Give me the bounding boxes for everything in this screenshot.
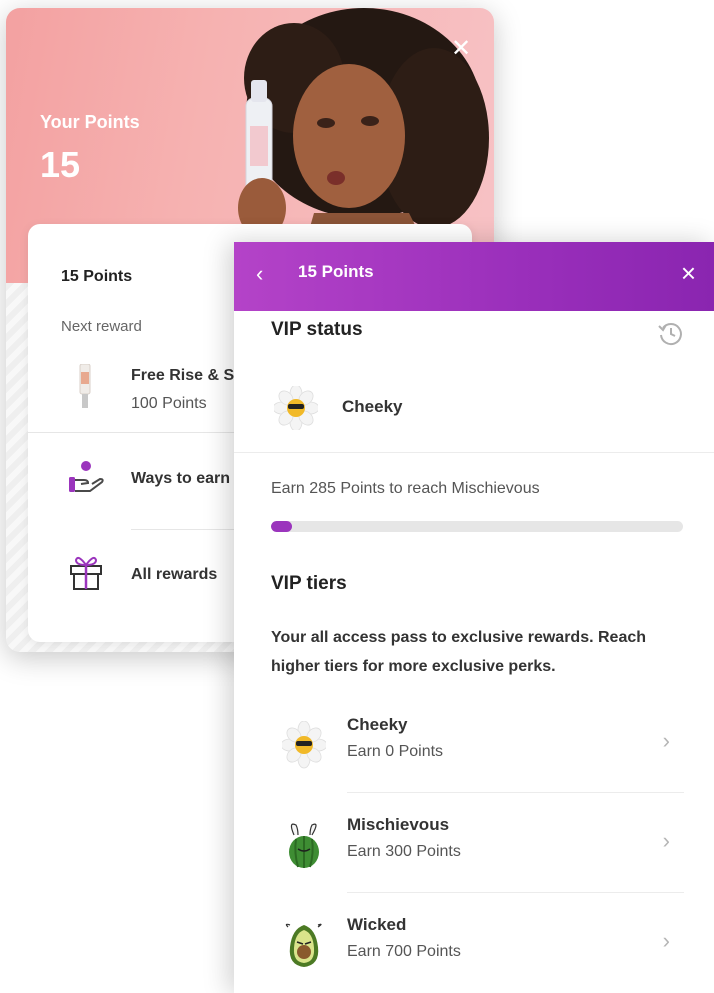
daisy-icon bbox=[274, 386, 318, 430]
all-rewards-link[interactable]: All rewards bbox=[131, 566, 217, 584]
reward-cost: 100 Points bbox=[131, 395, 207, 412]
divider bbox=[347, 892, 684, 893]
chevron-right-icon: › bbox=[662, 928, 670, 953]
points-summary: 15 Points bbox=[61, 268, 133, 285]
points-value: 15 bbox=[40, 144, 81, 185]
panel-title: 15 Points bbox=[298, 262, 374, 281]
next-reward-label: Next reward bbox=[61, 318, 142, 335]
hand-coin-icon bbox=[69, 461, 104, 492]
gift-icon bbox=[70, 556, 102, 590]
tier-row-cheeky[interactable]: Cheeky Earn 0 Points › bbox=[234, 695, 714, 793]
tier-requirement: Earn 300 Points bbox=[347, 843, 461, 860]
tier-name: Wicked bbox=[347, 915, 407, 934]
close-icon[interactable]: ✕ bbox=[450, 37, 472, 61]
divider bbox=[347, 792, 684, 793]
current-tier-name: Cheeky bbox=[342, 397, 403, 416]
tier-name: Mischievous bbox=[347, 815, 450, 834]
daisy-icon bbox=[282, 721, 326, 769]
vip-panel: ‹ 15 Points × VIP status Cheeky Earn 285… bbox=[234, 242, 714, 993]
tier-requirement: Earn 700 Points bbox=[347, 943, 461, 960]
vip-tiers-description: Your all access pass to exclusive reward… bbox=[271, 629, 647, 675]
tier-progress-bar bbox=[271, 521, 683, 532]
panel-header: ‹ 15 Points × bbox=[234, 242, 714, 311]
earn-progress-message: Earn 285 Points to reach Mischievous bbox=[271, 480, 540, 497]
chevron-left-icon[interactable]: ‹ bbox=[256, 261, 263, 287]
tier-progress-fill bbox=[271, 521, 292, 532]
tier-name: Cheeky bbox=[347, 715, 408, 734]
vip-status-heading: VIP status bbox=[271, 319, 363, 340]
tier-requirement: Earn 0 Points bbox=[347, 743, 444, 760]
history-icon[interactable] bbox=[656, 319, 684, 347]
avocado-icon bbox=[285, 923, 322, 967]
vip-tiers-heading: VIP tiers bbox=[271, 573, 347, 594]
chevron-right-icon: › bbox=[662, 728, 670, 753]
close-icon[interactable]: × bbox=[681, 258, 696, 289]
product-tube-icon bbox=[79, 364, 91, 408]
chevron-right-icon: › bbox=[662, 828, 670, 853]
divider bbox=[234, 452, 714, 453]
reward-name[interactable]: Free Rise & S bbox=[131, 367, 234, 385]
tier-row-mischievous[interactable]: Mischievous Earn 300 Points › bbox=[234, 795, 714, 893]
ways-to-earn-link[interactable]: Ways to earn bbox=[131, 470, 230, 488]
tier-row-wicked[interactable]: Wicked Earn 700 Points › bbox=[234, 895, 714, 993]
watermelon-icon bbox=[289, 823, 319, 868]
points-label: Your Points bbox=[40, 112, 140, 132]
